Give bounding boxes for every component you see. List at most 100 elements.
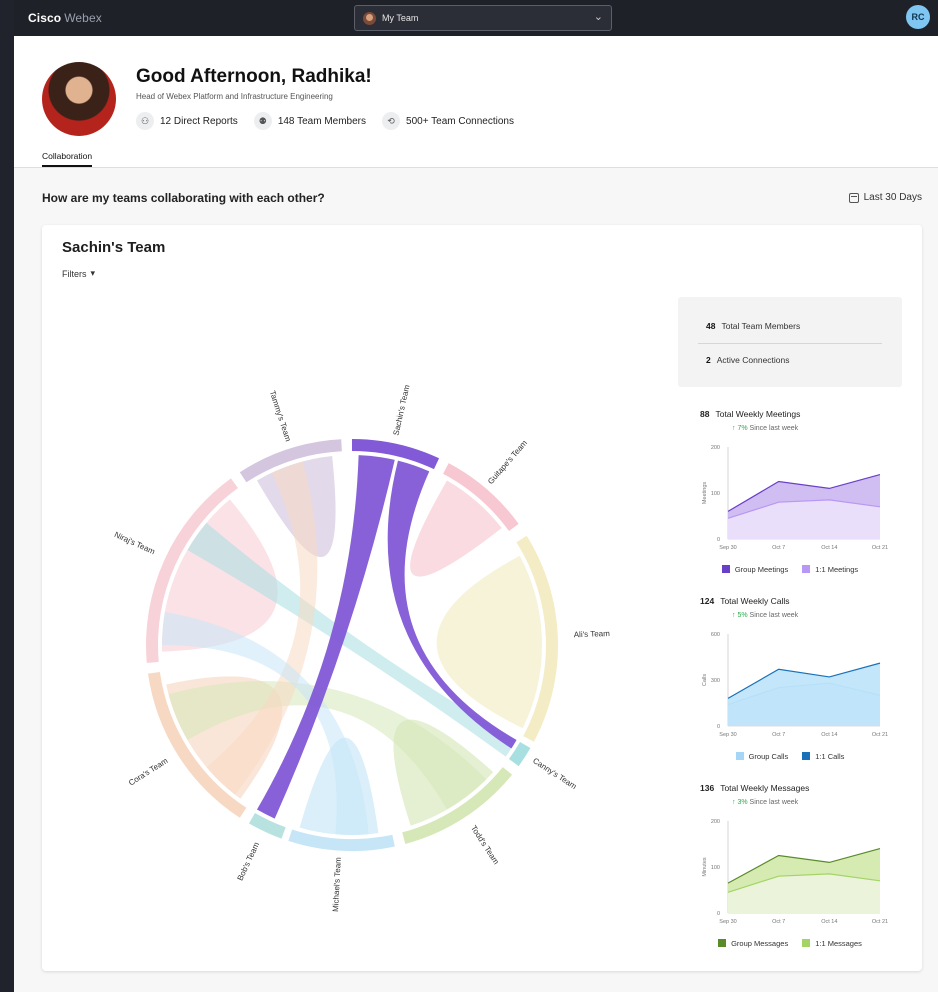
y-axis-label: Calls: [702, 674, 708, 686]
brand-name: Cisco: [28, 11, 62, 25]
y-tick-label: 200: [711, 445, 720, 451]
messages-chart: 136 Total Weekly Messages ↑ 3% Since last…: [678, 783, 902, 963]
legend-swatch: [718, 939, 727, 947]
meetings-plot: 200 100 0 Meetings Sep 30 Oct 7 Oct 14 Oct 21: [702, 445, 888, 551]
meetings-chart-title: Total Weekly Meetings: [715, 409, 801, 419]
chord-label-text-3: Canny's Team: [531, 756, 578, 791]
calls-stat-value: 124: [700, 596, 715, 606]
meetings-trend-text: Since last week: [749, 425, 799, 432]
chord-label-5: Michael's Team: [331, 857, 343, 912]
legend-item: 1:1 Messages: [802, 939, 862, 948]
greeting: Good Afternoon, Radhika!: [136, 66, 372, 87]
x-tick-label: Sep 30: [719, 732, 736, 738]
team-card: Sachin's Team Filters ▾ Sachin's Team Gui…: [42, 225, 922, 971]
messages-trend-value: 3%: [737, 799, 748, 806]
chevron-down-icon: ⌄: [593, 11, 603, 23]
y-tick-label: 0: [717, 537, 720, 543]
y-tick-label: 0: [717, 911, 720, 917]
team-selector-label: My Team: [382, 13, 419, 23]
main-content: Good Afternoon, Radhika! Head of Webex P…: [14, 36, 938, 992]
filters-label: Filters: [62, 268, 87, 279]
total-members-row: 48 Total Team Members: [706, 321, 800, 331]
legend-swatch: [802, 939, 811, 947]
group-icon: ⚉: [253, 112, 272, 130]
tab-collaboration[interactable]: Collaboration: [42, 151, 93, 167]
y-axis-label: Minutes: [702, 857, 708, 877]
messages-plot: 200 100 0 Minutes Sep 30 Oct 7 Oct 14 Oct 21: [702, 819, 888, 925]
calls-trend-value: 5%: [737, 612, 748, 619]
calls-legend: Group Calls 1:1 Calls: [678, 752, 902, 761]
x-tick-label: Oct 7: [772, 732, 785, 738]
team-avatar-icon: [363, 11, 376, 25]
y-axis-label: Meetings: [702, 482, 708, 505]
top-bar: Cisco Webex My Team ⌄ RC: [14, 0, 938, 36]
chord-arc-6: [249, 813, 286, 839]
x-tick-label: Oct 21: [872, 732, 888, 738]
messages-legend: Group Messages 1:1 Messages: [678, 939, 902, 948]
team-connections-label: 500+ Team Connections: [406, 115, 514, 127]
y-tick-label: 200: [711, 819, 720, 825]
y-tick-label: 100: [711, 491, 720, 497]
messages-header: 136 Total Weekly Messages: [700, 783, 809, 793]
chord-label-6: Bob's Team: [235, 840, 261, 882]
y-tick-label: 300: [711, 678, 720, 684]
x-tick-label: Oct 21: [872, 919, 888, 925]
calls-chart-title: Total Weekly Calls: [720, 596, 790, 606]
chord-label-text-5: Michael's Team: [331, 857, 343, 912]
profile-photo: [42, 62, 116, 136]
active-connections-label: Active Connections: [716, 355, 790, 365]
caret-down-icon: ▾: [90, 268, 96, 278]
meetings-stat-value: 88: [700, 409, 710, 419]
legend-item: 1:1 Calls: [802, 752, 844, 761]
chord-label-text-7: Cora's Team: [127, 756, 170, 788]
chord-label-0: Sachin's Team: [392, 384, 412, 437]
legend-swatch: [802, 752, 811, 760]
user-avatar[interactable]: RC: [906, 5, 930, 29]
profile-stats: ⚇ 12 Direct Reports ⚉ 148 Team Members ⟲ 50…: [136, 112, 514, 130]
team-members-label: 148 Team Members: [277, 115, 367, 127]
chord-label-text-6: Bob's Team: [235, 840, 261, 882]
meetings-header: 88 Total Weekly Meetings: [700, 409, 800, 419]
team-selector[interactable]: My Team ⌄: [354, 5, 612, 31]
chord-label-2: Ali's Team: [574, 629, 611, 639]
x-tick-label: Oct 7: [772, 545, 785, 551]
direct-reports-stat: ⚇ 12 Direct Reports: [136, 112, 238, 130]
legend-swatch: [802, 565, 811, 573]
chord-label-3: Canny's Team: [531, 756, 578, 791]
chord-label-text-0: Sachin's Team: [392, 384, 412, 437]
brand-logo: Cisco Webex: [28, 11, 102, 25]
x-tick-label: Oct 14: [821, 545, 837, 551]
summary-divider: [698, 343, 882, 344]
calendar-icon: [848, 192, 859, 203]
summary-panel: 48 Total Team Members 2 Active Connections: [678, 297, 902, 387]
section-question: How are my teams collaborating with each…: [42, 191, 325, 205]
brand-sub: Webex: [64, 11, 102, 25]
team-members-stat: ⚉ 148 Team Members: [253, 112, 367, 130]
legend-item: 1:1 Meetings: [802, 565, 858, 574]
date-range-label: Last 30 Days: [863, 192, 922, 203]
x-tick-label: Oct 14: [821, 732, 837, 738]
chord-label-text-9: Tammy's Team: [268, 389, 293, 442]
calls-chart: 124 Total Weekly Calls ↑ 5% Since last we…: [678, 596, 902, 776]
calls-plot: 600 300 0 Calls Sep 30 Oct 7 Oct 14 Oct 21: [702, 632, 888, 738]
active-connections-value: 2: [706, 355, 711, 365]
person-icon: ⚇: [136, 112, 154, 130]
legend-item: Group Meetings: [721, 565, 788, 574]
filters-dropdown[interactable]: Filters ▾: [62, 268, 95, 279]
chord-label-8: Niraj's Team: [113, 530, 157, 556]
left-rail: [0, 0, 14, 992]
chord-label-text-1: Guitape's Team: [486, 438, 529, 486]
calls-trend-text: Since last week: [749, 612, 799, 619]
legend-swatch: [721, 565, 730, 573]
meetings-trend-value: 7%: [737, 425, 748, 432]
meetings-legend: Group Meetings 1:1 Meetings: [678, 565, 902, 574]
chord-label-9: Tammy's Team: [268, 389, 293, 442]
x-tick-label: Sep 30: [719, 545, 736, 551]
chord-label-text-2: Ali's Team: [574, 629, 611, 639]
messages-stat-value: 136: [700, 783, 715, 793]
chord-label-1: Guitape's Team: [486, 438, 529, 486]
total-members-label: Total Team Members: [721, 321, 801, 331]
chord-diagram: Sachin's Team Guitape's Team Ali's Team Can…: [113, 384, 611, 912]
date-range-button[interactable]: Last 30 Days: [848, 192, 922, 203]
messages-trend-text: Since last week: [749, 799, 799, 806]
